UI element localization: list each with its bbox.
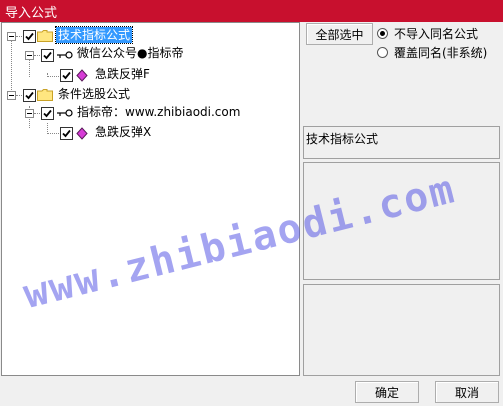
detail-box bbox=[303, 284, 500, 376]
checkbox-root1[interactable] bbox=[23, 30, 36, 43]
radio-dot[interactable] bbox=[377, 28, 388, 39]
options-panel: 全部选中 不导入同名公式 覆盖同名(非系统) 技术指标公式 bbox=[300, 22, 503, 376]
tree-connector bbox=[34, 113, 40, 114]
description-box bbox=[303, 162, 500, 280]
tree-label-root2-child[interactable]: 指标帝：www.zhibiaodi.com bbox=[75, 104, 242, 120]
folder-icon bbox=[37, 89, 53, 101]
tree-label-root2-leaf[interactable]: 急跌反弹X bbox=[93, 124, 153, 140]
radio-no-import[interactable]: 不导入同名公式 bbox=[377, 25, 478, 42]
radio-dot[interactable] bbox=[377, 47, 388, 58]
key-icon bbox=[57, 109, 73, 117]
checkbox-root2-leaf[interactable] bbox=[60, 127, 73, 140]
collapse-toggle[interactable] bbox=[25, 51, 34, 60]
tree-connector bbox=[11, 36, 12, 96]
window-title: 导入公式 bbox=[5, 5, 58, 21]
formula-icon bbox=[76, 127, 88, 140]
checkbox-root2[interactable] bbox=[23, 89, 36, 102]
tree-label-root1-leaf[interactable]: 急跌反弹F bbox=[93, 66, 152, 82]
formula-icon bbox=[76, 69, 88, 82]
title-bar: 导入公式 bbox=[0, 0, 503, 22]
tree-connector bbox=[16, 95, 22, 96]
collapse-toggle[interactable] bbox=[7, 32, 16, 41]
folder-icon bbox=[37, 30, 53, 42]
select-all-button[interactable]: 全部选中 bbox=[306, 23, 373, 45]
checkbox-root1-leaf[interactable] bbox=[60, 69, 73, 82]
tree-connector bbox=[48, 76, 59, 77]
category-box: 技术指标公式 bbox=[303, 126, 500, 159]
tree-label-root1[interactable]: 技术指标公式 bbox=[54, 26, 134, 44]
radio-overwrite[interactable]: 覆盖同名(非系统) bbox=[377, 44, 487, 61]
collapse-toggle[interactable] bbox=[25, 109, 34, 118]
collapse-toggle[interactable] bbox=[7, 91, 16, 100]
key-icon bbox=[57, 51, 73, 59]
cancel-button[interactable]: 取消 bbox=[435, 381, 499, 403]
tree-label-root2[interactable]: 条件选股公式 bbox=[56, 86, 132, 102]
tree-connector bbox=[48, 133, 59, 134]
tree-connector bbox=[34, 55, 40, 56]
tree-label-root1-child[interactable]: 微信公众号●指标帝 bbox=[75, 45, 185, 61]
ok-button[interactable]: 确定 bbox=[355, 381, 419, 403]
radio-no-import-label: 不导入同名公式 bbox=[394, 27, 479, 41]
radio-overwrite-label: 覆盖同名(非系统) bbox=[394, 46, 488, 60]
checkbox-root2-child[interactable] bbox=[41, 107, 54, 120]
tree-connector bbox=[16, 36, 22, 37]
checkbox-root1-child[interactable] bbox=[41, 49, 54, 62]
category-text: 技术指标公式 bbox=[306, 132, 379, 146]
formula-tree[interactable]: 技术指标公式 微信公众号●指标帝 急跌反弹F 条件选股公式 指标帝：www.zh… bbox=[1, 22, 300, 376]
